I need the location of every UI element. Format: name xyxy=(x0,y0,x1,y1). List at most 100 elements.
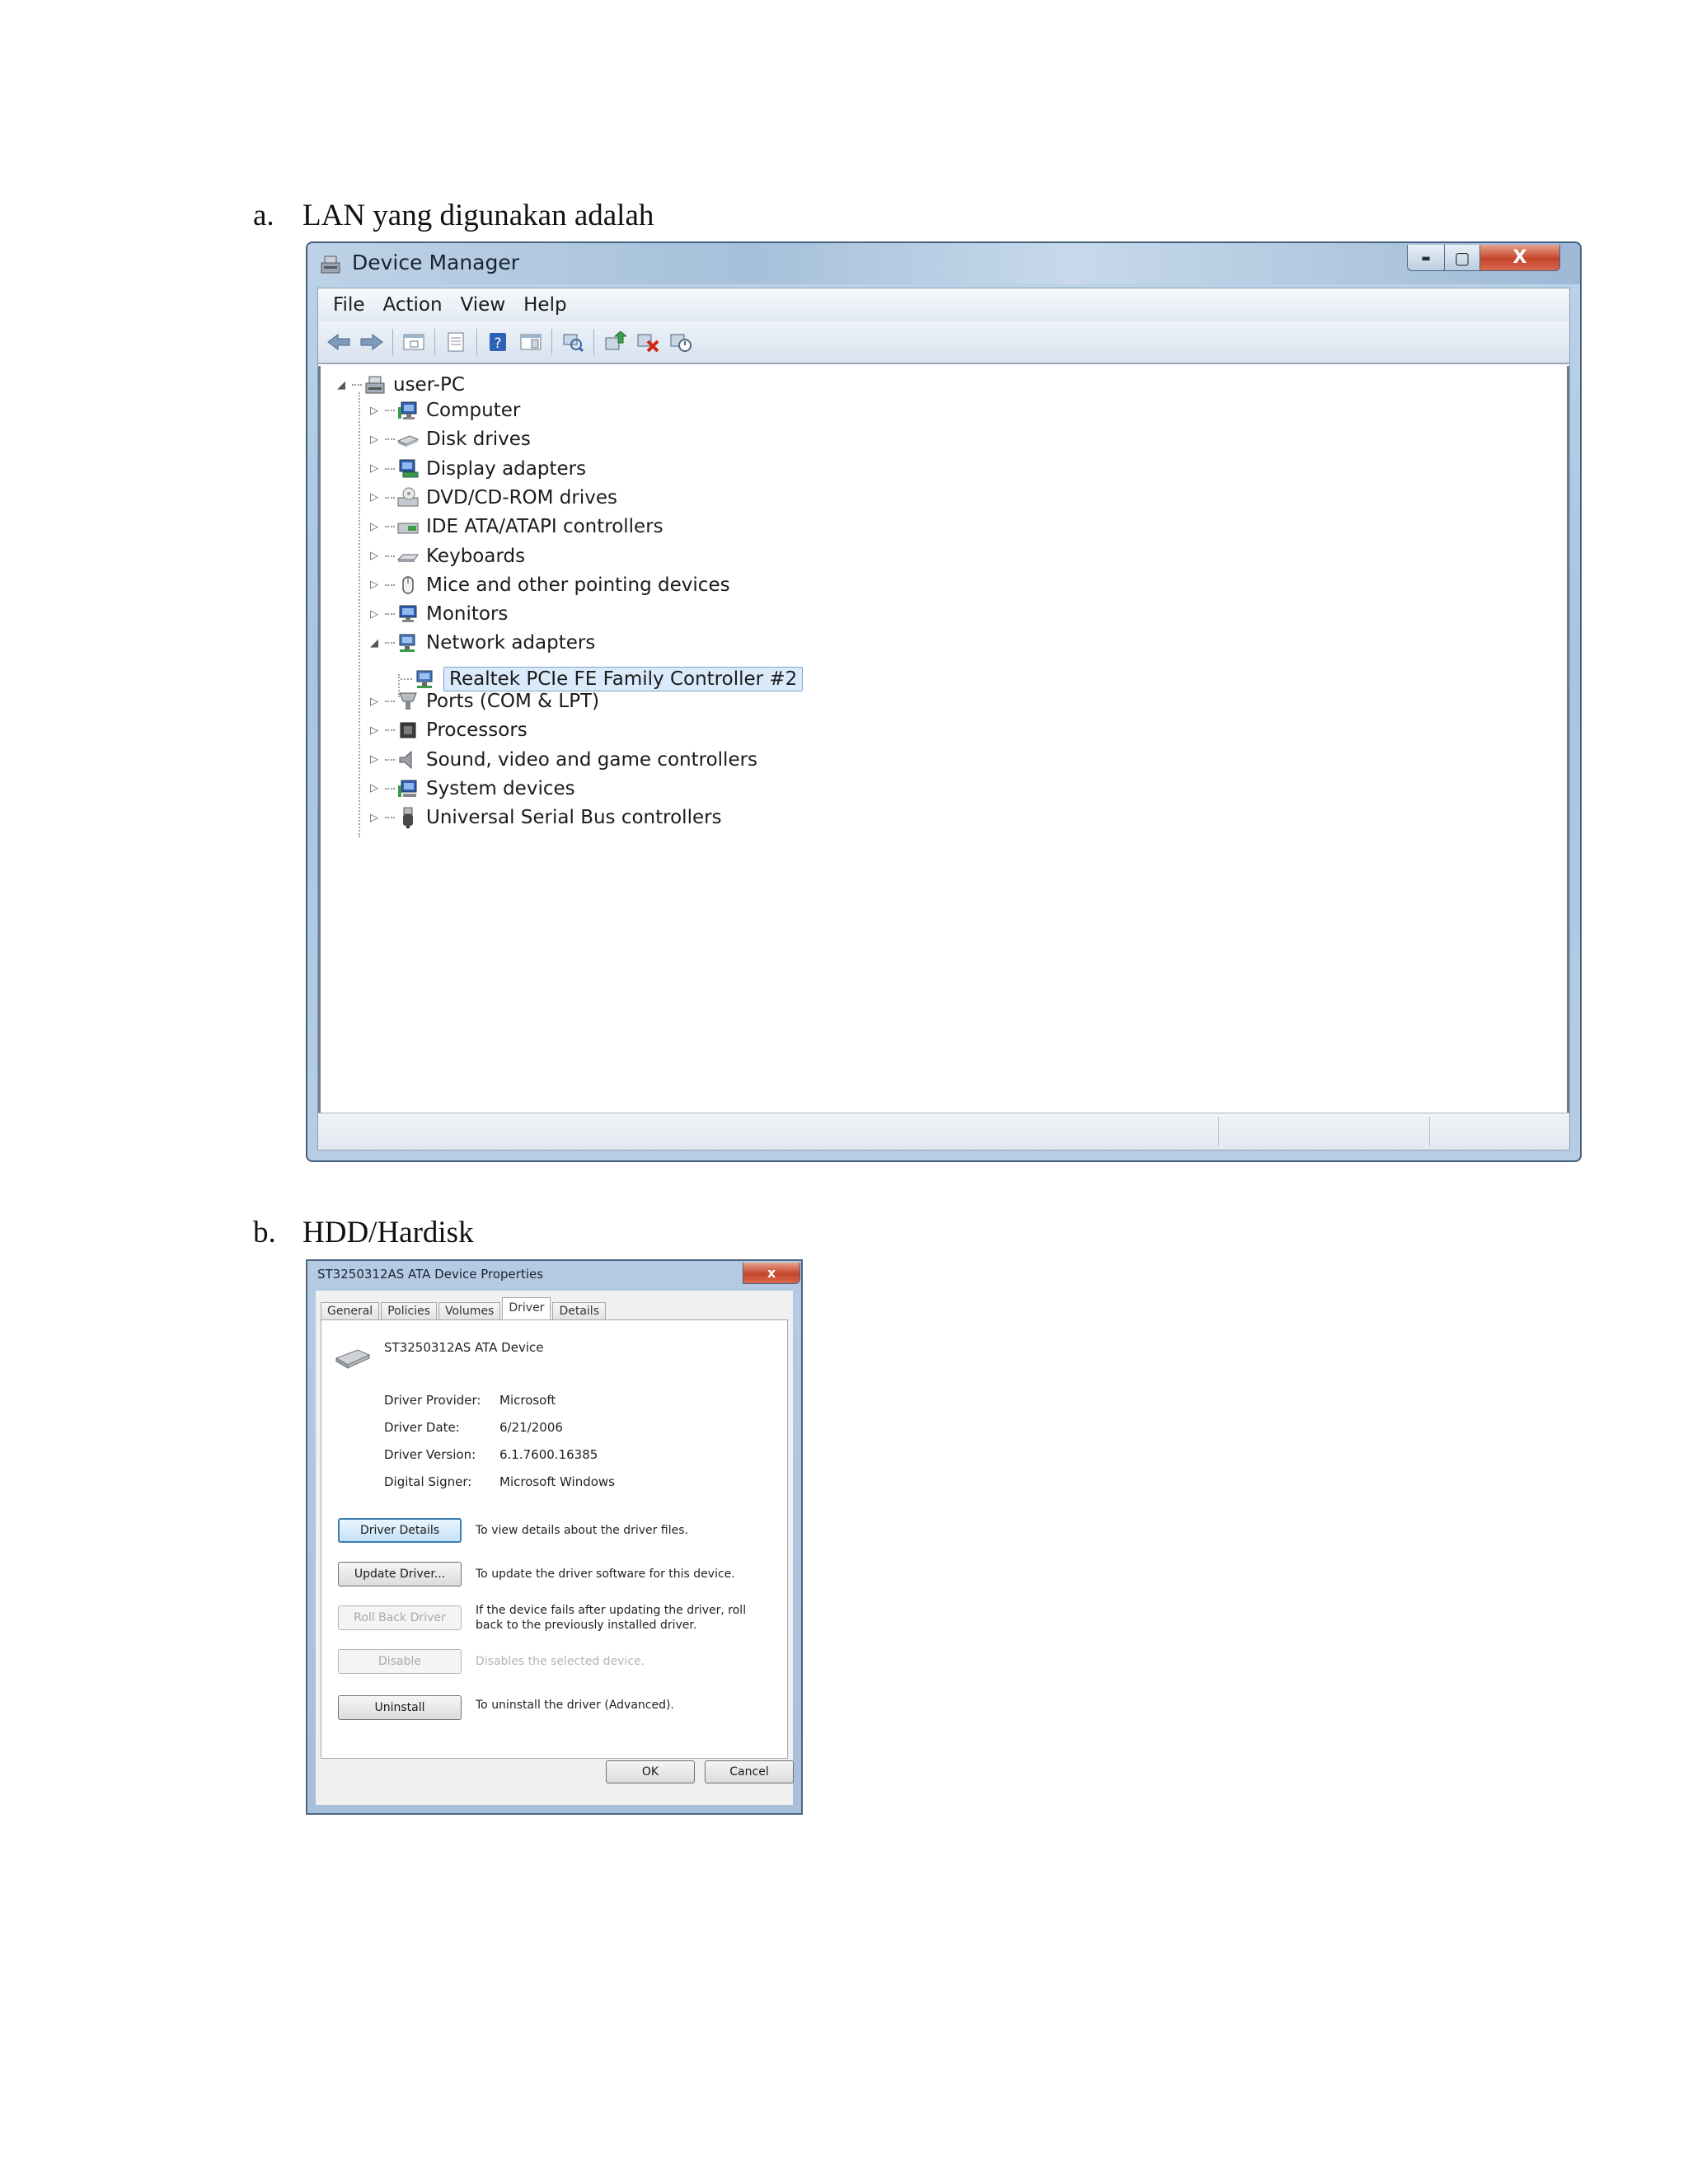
tree-dots xyxy=(385,555,395,557)
scan-hardware-changes-icon[interactable] xyxy=(559,328,587,356)
speaker-icon xyxy=(396,748,420,771)
field-value-driver-version: 6.1.7600.16385 xyxy=(499,1447,598,1462)
tree-node-label: Sound, video and game controllers xyxy=(426,748,758,771)
expand-triangle-icon[interactable]: ▷ xyxy=(368,812,380,824)
tree-node-universal-serial-bus-controllers[interactable]: ▷ Universal Serial Bus controllers xyxy=(368,804,722,832)
action-pane-icon[interactable] xyxy=(517,328,545,356)
tree-node-network-adapters[interactable]: ◢ Network adapters xyxy=(368,629,595,657)
status-bar-divider xyxy=(1429,1117,1430,1146)
tree-dots xyxy=(385,817,395,819)
system-device-icon xyxy=(396,777,420,800)
tree-node-label: Processors xyxy=(426,719,528,742)
uninstall-desc: To uninstall the driver (Advanced). xyxy=(476,1699,674,1712)
menu-action[interactable]: Action xyxy=(383,294,443,316)
expand-triangle-icon[interactable]: ▷ xyxy=(368,696,380,708)
tree-dots xyxy=(385,467,395,470)
tree-node-keyboards[interactable]: ▷ Keyboards xyxy=(368,542,525,570)
collapse-triangle-icon[interactable]: ◢ xyxy=(335,379,347,391)
expand-triangle-icon[interactable]: ▷ xyxy=(368,405,380,417)
tree-node-ports-com-lpt[interactable]: ▷ Ports (COM & LPT) xyxy=(368,687,599,715)
device-manager-window: Device Manager ▬ ▢ X File Action View He… xyxy=(306,241,1582,1162)
tree-node-label: Ports (COM & LPT) xyxy=(426,691,600,712)
device-name: ST3250312AS ATA Device xyxy=(384,1340,544,1355)
expand-triangle-icon[interactable]: ▷ xyxy=(368,521,380,533)
expand-triangle-icon[interactable]: ▷ xyxy=(368,491,380,504)
tree-dots xyxy=(385,583,395,586)
expand-triangle-icon[interactable]: ▷ xyxy=(368,724,380,737)
tree-node-ide-ata-atapi-controllers[interactable]: ▷ IDE ATA/ATAPI controllers xyxy=(368,513,663,541)
tab-volumes[interactable]: Volumes xyxy=(438,1302,501,1320)
cancel-button[interactable]: Cancel xyxy=(705,1760,794,1783)
minimize-button[interactable]: ▬ xyxy=(1407,245,1445,271)
disk-drive-icon xyxy=(396,428,420,451)
update-driver-button[interactable]: Update Driver... xyxy=(338,1562,462,1586)
tree-node-label: DVD/CD-ROM drives xyxy=(426,486,617,509)
tree-node-computer[interactable]: ▷ Computer xyxy=(368,396,520,424)
maximize-button[interactable]: ▢ xyxy=(1444,245,1480,271)
expand-triangle-icon[interactable]: ▷ xyxy=(368,608,380,621)
tree-node-label: Network adapters xyxy=(426,632,596,654)
close-icon: X xyxy=(1512,247,1527,268)
roll-back-driver-button[interactable]: Roll Back Driver xyxy=(338,1605,462,1630)
tab-general[interactable]: General xyxy=(321,1302,380,1320)
help-icon[interactable]: ? xyxy=(484,328,512,356)
driver-tab-panel: ST3250312AS ATA Device Driver Provider: … xyxy=(321,1319,788,1759)
expand-triangle-icon[interactable]: ▷ xyxy=(368,753,380,766)
tree-dots xyxy=(401,678,412,680)
driver-details-button[interactable]: Driver Details xyxy=(338,1518,462,1543)
monitor-icon xyxy=(396,602,420,626)
expand-triangle-icon[interactable]: ▷ xyxy=(368,462,380,475)
tree-node-processors[interactable]: ▷ Processors xyxy=(368,716,528,744)
show-hide-console-tree-icon[interactable] xyxy=(400,328,428,356)
tab-driver[interactable]: Driver xyxy=(502,1297,551,1320)
driver-details-desc: To view details about the driver files. xyxy=(476,1524,688,1537)
menu-help[interactable]: Help xyxy=(523,294,566,316)
expand-triangle-icon[interactable]: ▷ xyxy=(368,434,380,446)
tree-node-disk-drives[interactable]: ▷ Disk drives xyxy=(368,425,531,453)
back-arrow-icon[interactable] xyxy=(325,328,353,356)
tree-node-sound-video-and-game-controllers[interactable]: ▷ Sound, video and game controllers xyxy=(368,746,757,774)
tree-dots xyxy=(385,758,395,761)
tab-details[interactable]: Details xyxy=(552,1302,606,1320)
menu-view[interactable]: View xyxy=(461,294,506,316)
tree-node-dvd-cd-rom-drives[interactable]: ▷ DVD/CD-ROM drives xyxy=(368,484,617,512)
tree-dots xyxy=(352,384,362,386)
tree-node-mice-and-other-pointing-devices[interactable]: ▷ Mice and other pointing devices xyxy=(368,571,730,599)
close-button[interactable]: X xyxy=(1479,245,1560,271)
tree-node-system-devices[interactable]: ▷ System devices xyxy=(368,775,575,803)
tree-dots xyxy=(385,613,395,616)
tab-policies[interactable]: Policies xyxy=(381,1302,437,1320)
field-label-driver-version: Driver Version: xyxy=(384,1447,476,1462)
properties-close-button[interactable]: x xyxy=(743,1263,800,1284)
expand-triangle-icon[interactable]: ▷ xyxy=(368,579,380,591)
disable-device-icon[interactable] xyxy=(667,328,695,356)
forward-arrow-icon[interactable] xyxy=(358,328,386,356)
device-manager-title: Device Manager xyxy=(352,251,520,274)
uninstall-icon[interactable] xyxy=(634,328,662,356)
device-tree[interactable]: ◢ user-PC Realtek PCIe FE Family Control… xyxy=(318,366,1569,1113)
tree-node-display-adapters[interactable]: ▷ Display adapters xyxy=(368,455,586,483)
menu-file[interactable]: File xyxy=(333,294,365,316)
disable-button[interactable]: Disable xyxy=(338,1649,462,1674)
expand-triangle-icon[interactable]: ▷ xyxy=(368,782,380,794)
mouse-icon xyxy=(396,574,420,597)
tree-dots xyxy=(385,787,395,790)
caption-b-text: HDD/Hardisk xyxy=(302,1216,474,1249)
caption-b-label: b. xyxy=(253,1216,276,1249)
update-driver-icon[interactable] xyxy=(601,328,629,356)
ok-button[interactable]: OK xyxy=(606,1760,695,1783)
properties-titlebar[interactable]: ST3250312AS ATA Device Properties x xyxy=(307,1261,801,1289)
collapse-triangle-icon[interactable]: ◢ xyxy=(368,637,380,649)
usb-icon xyxy=(396,806,420,829)
properties-icon[interactable] xyxy=(442,328,470,356)
keyboard-icon xyxy=(396,545,420,568)
tree-dots xyxy=(385,642,395,644)
field-value-driver-date: 6/21/2006 xyxy=(499,1420,563,1435)
tree-root-node[interactable]: ◢ user-PC xyxy=(335,371,465,399)
tree-node-monitors[interactable]: ▷ Monitors xyxy=(368,600,508,628)
expand-triangle-icon[interactable]: ▷ xyxy=(368,550,380,562)
caption-a-text: LAN yang digunakan adalah xyxy=(302,199,654,232)
uninstall-button[interactable]: Uninstall xyxy=(338,1695,462,1720)
tree-node-label: IDE ATA/ATAPI controllers xyxy=(426,516,663,538)
device-manager-titlebar[interactable]: Device Manager ▬ ▢ X xyxy=(307,243,1580,284)
